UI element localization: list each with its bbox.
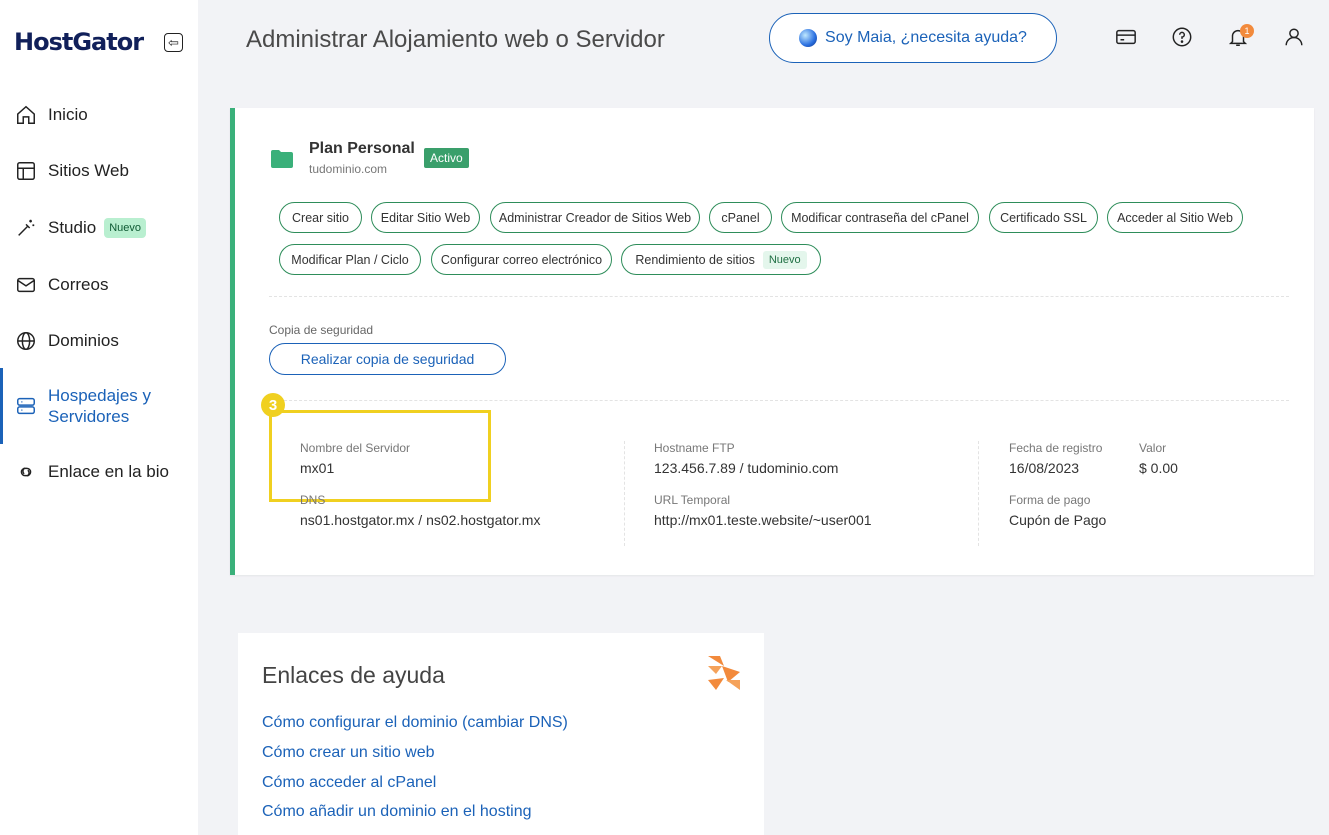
plan-card: Plan Personal tudominio.com Activo Crear…: [230, 108, 1314, 575]
sidebar-item-label: Dominios: [48, 331, 119, 350]
sidebar-item-label: Sitios Web: [48, 161, 129, 180]
status-badge: Activo: [424, 148, 469, 168]
mail-icon: [17, 277, 35, 293]
value-label: Valor: [1139, 441, 1167, 455]
sidebar-item-label: Hospedajes y Servidores: [48, 386, 152, 426]
dns-value: ns01.hostgator.mx / ns02.hostgator.mx: [300, 512, 541, 528]
plan-domain: tudominio.com: [309, 162, 388, 176]
sidebar-item-dominios[interactable]: Dominios: [0, 329, 198, 353]
sidebar-item-studio[interactable]: Studio Nuevo: [0, 215, 198, 241]
highlight-box: [269, 410, 491, 502]
value-amount: $ 0.00: [1139, 460, 1178, 476]
globe-icon: [17, 332, 35, 350]
crear-sitio-button[interactable]: Crear sitio: [279, 202, 362, 233]
hostgator-logo[interactable]: HostGator: [14, 28, 144, 56]
divider: [269, 400, 1289, 401]
maia-assistant-button[interactable]: Soy Maia, ¿necesita ayuda?: [769, 13, 1057, 63]
sidebar-item-hospedajes[interactable]: Hospedajes y Servidores: [0, 368, 198, 444]
ftp-label: Hostname FTP: [654, 441, 735, 455]
layout-icon: [17, 162, 35, 180]
divider: [269, 296, 1289, 297]
billing-card-icon[interactable]: [1115, 26, 1137, 48]
ftp-value: 123.456.7.89 / tudominio.com: [654, 460, 839, 476]
temp-url-value: http://mx01.teste.website/~user001: [654, 512, 872, 528]
new-badge: Nuevo: [762, 250, 807, 269]
cpanel-button[interactable]: cPanel: [709, 202, 772, 233]
column-divider: [624, 441, 625, 546]
help-link-cpanel[interactable]: Cómo acceder al cPanel: [262, 774, 436, 792]
sidebar-item-label: Enlace en la bio: [48, 462, 169, 481]
server-name-value: mx01: [300, 460, 335, 476]
acceder-sitio-web-button[interactable]: Acceder al Sitio Web: [1107, 202, 1243, 233]
server-name-label: Nombre del Servidor: [300, 441, 411, 455]
maia-orb-icon: [799, 29, 818, 47]
help-link-dominio-hosting[interactable]: Cómo añadir un dominio en el hosting: [262, 803, 532, 821]
modificar-plan-button[interactable]: Modificar Plan / Ciclo: [279, 244, 421, 275]
collapse-sidebar-icon[interactable]: ⇦: [164, 33, 183, 52]
dns-label: DNS: [300, 493, 326, 507]
maia-button-label: Soy Maia, ¿necesita ayuda?: [825, 29, 1027, 46]
sidebar: HostGator ⇦ Inicio Sitios Web Studio Nue…: [0, 0, 198, 835]
step-number-badge: 3: [261, 393, 285, 417]
sidebar-item-enlace-bio[interactable]: Enlace en la bio: [0, 460, 198, 484]
user-icon[interactable]: [1283, 26, 1305, 48]
help-title: Enlaces de ayuda: [262, 662, 445, 688]
column-divider: [978, 441, 979, 546]
certificado-ssl-button[interactable]: Certificado SSL: [989, 202, 1098, 233]
backup-button[interactable]: Realizar copia de seguridad: [269, 343, 506, 375]
home-icon: [17, 105, 35, 124]
magic-wand-icon: [18, 219, 35, 236]
sidebar-item-label: Correos: [48, 275, 109, 294]
hostgator-mark-icon: [708, 656, 740, 690]
payment-value: Cupón de Pago: [1009, 512, 1107, 528]
rendimiento-sitios-label: Rendimiento de sitios: [635, 252, 755, 267]
sidebar-item-inicio[interactable]: Inicio: [0, 103, 198, 127]
sidebar-item-correos[interactable]: Correos: [0, 273, 198, 297]
help-link-crear-sitio[interactable]: Cómo crear un sitio web: [262, 744, 435, 762]
server-icon: [17, 397, 35, 415]
payment-label: Forma de pago: [1009, 493, 1091, 507]
page-title: Administrar Alojamiento web o Servidor: [246, 26, 665, 53]
plan-name: Plan Personal: [309, 140, 415, 157]
reg-date-value: 16/08/2023: [1009, 460, 1080, 476]
notification-count-badge: 1: [1240, 24, 1254, 38]
modificar-contrasena-button[interactable]: Modificar contraseña del cPanel: [781, 202, 979, 233]
temp-url-label: URL Temporal: [654, 493, 731, 507]
sidebar-item-label: Inicio: [48, 105, 88, 124]
new-badge: Nuevo: [104, 218, 146, 238]
help-links-card: Enlaces de ayuda Cómo configurar el domi…: [238, 633, 764, 835]
configurar-correo-button[interactable]: Configurar correo electrónico: [431, 244, 612, 275]
reg-date-label: Fecha de registro: [1009, 441, 1103, 455]
administrar-creador-button[interactable]: Administrar Creador de Sitios Web: [490, 202, 700, 233]
sidebar-item-label: Studio: [48, 218, 97, 237]
backup-label: Copia de seguridad: [269, 323, 374, 337]
rendimiento-sitios-button[interactable]: Rendimiento de sitios Nuevo: [621, 244, 821, 275]
sidebar-item-sitios-web[interactable]: Sitios Web: [0, 159, 198, 183]
link-icon: [20, 467, 32, 477]
editar-sitio-web-button[interactable]: Editar Sitio Web: [371, 202, 480, 233]
folder-icon: [271, 150, 293, 168]
help-icon[interactable]: [1171, 26, 1193, 48]
help-link-dns[interactable]: Cómo configurar el dominio (cambiar DNS): [262, 714, 568, 732]
